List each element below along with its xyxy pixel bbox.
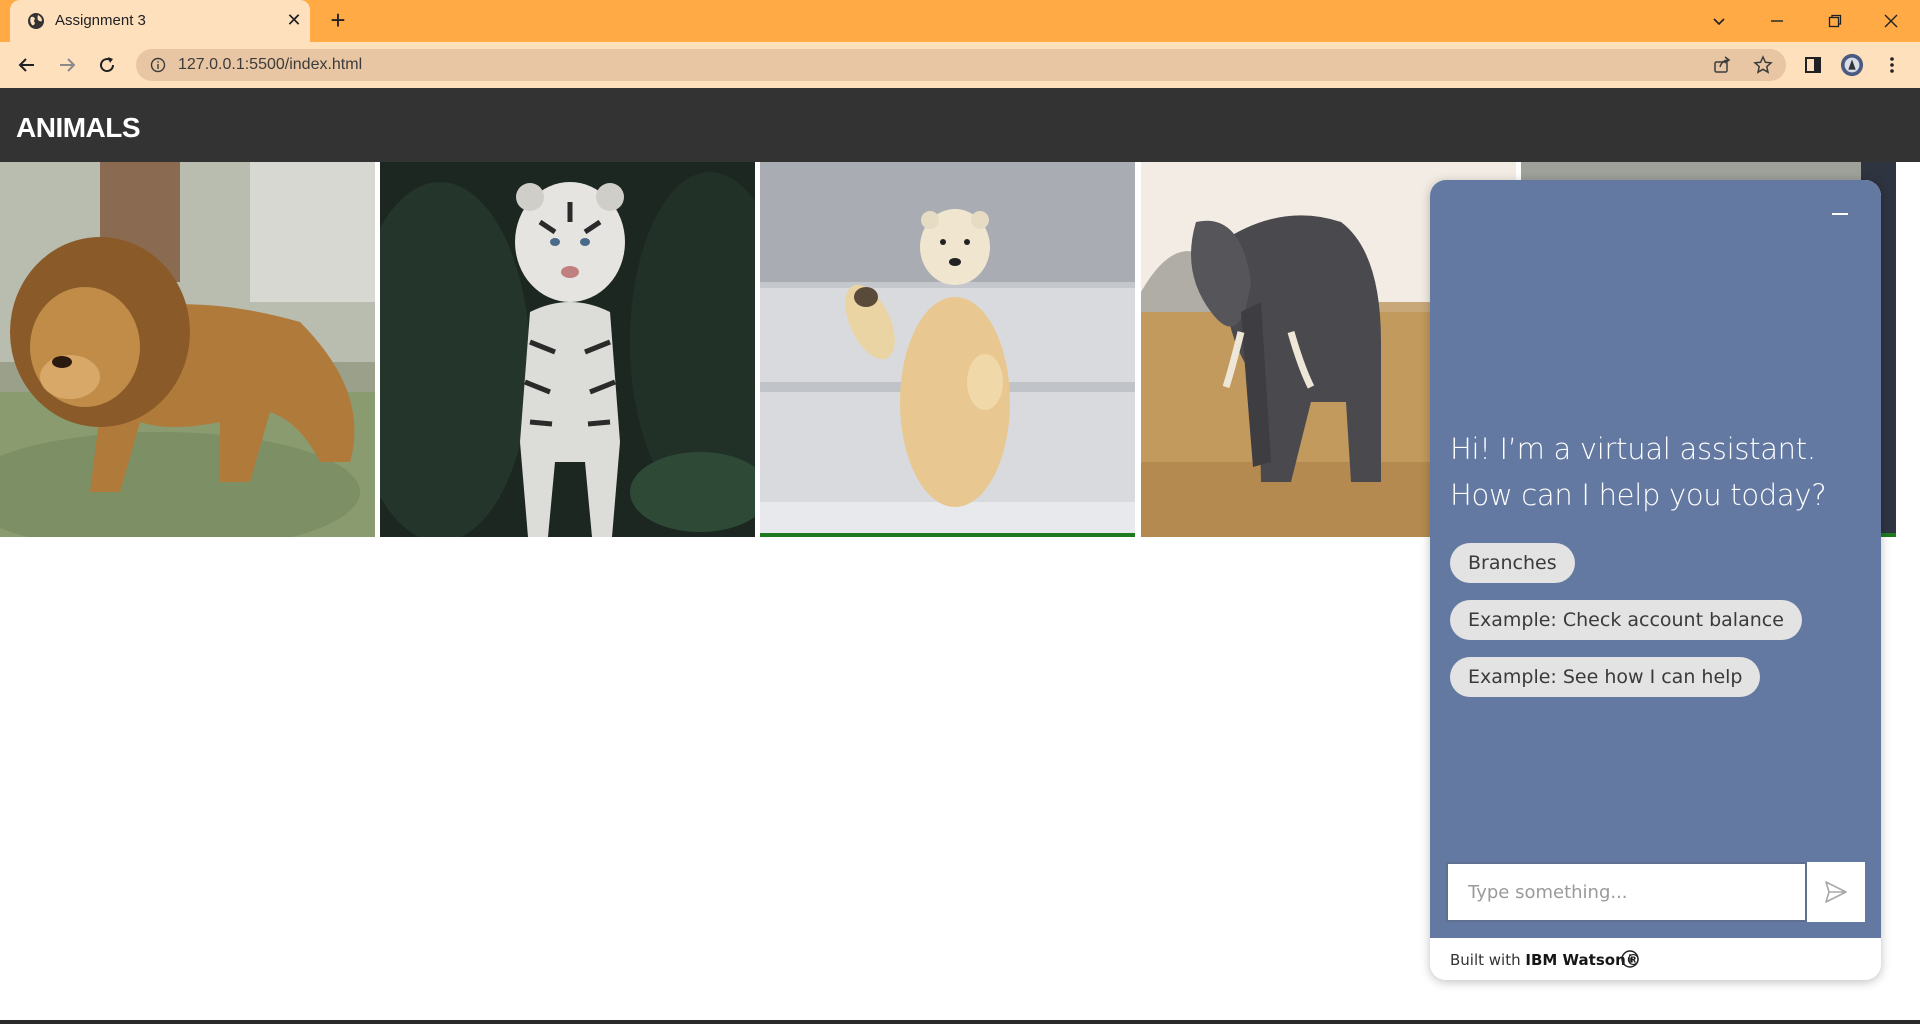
built-with-prefix: Built with [1450,951,1526,969]
avatar [1840,53,1864,77]
minimize-icon [1832,213,1848,215]
white-tiger-illustration [380,162,755,537]
bookmark-star-icon[interactable] [1753,55,1773,75]
minimize-icon [1771,20,1783,22]
reload-icon [100,57,115,73]
send-icon [1825,881,1847,903]
browser-tabstrip: Assignment 3 ✕ + [0,0,1920,42]
lion-illustration [0,162,375,537]
forward-button[interactable] [52,50,82,80]
white-tiger-image [380,162,755,537]
chat-footer: Built with IBM Watson® [1430,938,1881,980]
side-panel-button[interactable] [1801,53,1825,77]
restore-window-button[interactable] [1806,0,1864,42]
chat-greeting: Hi! I’m a virtual assistant. How can I h… [1450,432,1827,512]
chat-message-input[interactable] [1446,862,1807,922]
built-with-text: Built with IBM Watson® [1450,951,1641,969]
lion-image [0,162,375,537]
arrow-left-icon [18,58,34,72]
restore-icon [1828,14,1842,28]
tab-search-button[interactable] [1690,0,1748,42]
address-bar[interactable]: 127.0.0.1:5500/index.html [136,49,1786,81]
chip-check-account-balance[interactable]: Example: Check account balance [1450,600,1802,640]
browser-tab-active[interactable]: Assignment 3 ✕ [10,0,310,42]
new-tab-button[interactable]: + [324,7,352,35]
chat-panel: Hi! I’m a virtual assistant. How can I h… [1430,180,1881,938]
chat-input-area [1446,862,1865,922]
site-header: ANIMALS [0,88,1920,162]
minimize-window-button[interactable] [1748,0,1806,42]
polar-bear-image [760,162,1135,537]
reload-button[interactable] [92,50,122,80]
url-text: 127.0.0.1:5500/index.html [178,56,363,73]
info-icon[interactable] [150,57,166,73]
side-panel-icon [1805,57,1821,73]
arrow-right-icon [60,58,76,72]
tab-title: Assignment 3 [55,12,146,29]
send-message-button[interactable] [1807,862,1865,922]
page-bottom-border [0,1020,1920,1024]
profile-button[interactable] [1840,53,1864,77]
back-button[interactable] [12,50,42,80]
chip-see-how-i-can-help[interactable]: Example: See how I can help [1450,657,1761,697]
page-title: ANIMALS [16,112,141,143]
share-icon[interactable] [1712,55,1732,75]
tab-close-icon[interactable]: ✕ [284,10,304,30]
suggestion-chips: Branches Example: Check account balance … [1450,543,1802,714]
globe-icon [28,13,44,29]
more-vertical-icon [1890,57,1894,73]
close-icon [1884,14,1898,28]
browser-menu-button[interactable] [1880,53,1904,77]
close-window-button[interactable] [1862,0,1920,42]
minimize-chat-button[interactable] [1828,202,1852,226]
chat-widget: Hi! I’m a virtual assistant. How can I h… [1430,180,1881,980]
chevron-down-icon [1713,18,1725,26]
info-icon[interactable] [1620,949,1640,969]
chip-branches[interactable]: Branches [1450,543,1575,583]
browser-toolbar: 127.0.0.1:5500/index.html [0,42,1920,88]
polar-bear-illustration [760,162,1135,537]
